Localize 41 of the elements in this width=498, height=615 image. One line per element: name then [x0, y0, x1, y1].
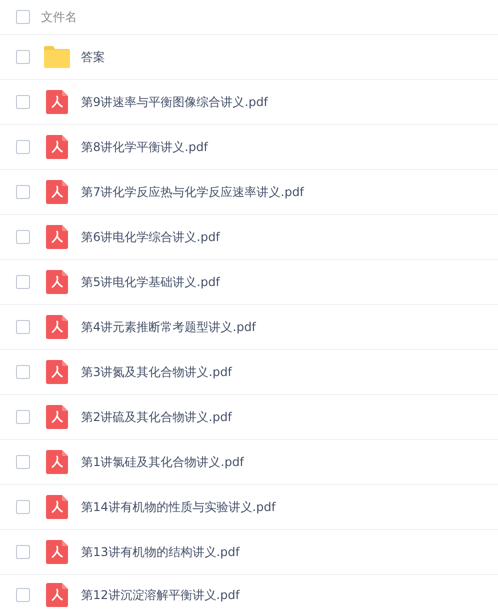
pdf-file-icon — [46, 540, 68, 564]
file-name[interactable]: 第8讲化学平衡讲义.pdf — [81, 138, 208, 156]
checkbox[interactable] — [16, 230, 30, 244]
checkbox[interactable] — [16, 500, 30, 514]
column-header[interactable]: 文件名 — [41, 8, 77, 26]
checkbox[interactable] — [16, 10, 30, 24]
file-name[interactable]: 第1讲氯硅及其化合物讲义.pdf — [81, 454, 244, 470]
checkbox[interactable] — [16, 50, 30, 64]
checkbox[interactable] — [16, 455, 30, 469]
pdf-file-icon — [46, 360, 68, 384]
checkbox[interactable] — [16, 185, 30, 199]
pdf-file-icon — [46, 90, 68, 114]
pdf-file-icon — [46, 135, 68, 159]
file-name[interactable]: 第14讲有机物的性质与实验讲义.pdf — [81, 498, 276, 516]
pdf-file-icon — [46, 225, 68, 249]
file-name[interactable]: 第2讲硫及其化合物讲义.pdf — [81, 408, 232, 426]
pdf-file-icon — [46, 180, 68, 204]
file-name[interactable]: 第12讲沉淀溶解平衡讲义.pdf — [81, 586, 240, 604]
pdf-file-icon — [46, 450, 68, 474]
file-name[interactable]: 第6讲电化学综合讲义.pdf — [81, 228, 220, 246]
pdf-file-icon — [46, 495, 68, 519]
checkbox[interactable] — [16, 365, 30, 379]
pdf-file-icon — [46, 405, 68, 429]
file-name[interactable]: 第4讲元素推断常考题型讲义.pdf — [81, 318, 256, 336]
file-name[interactable]: 第5讲电化学基础讲义.pdf — [81, 274, 220, 290]
checkbox[interactable] — [16, 545, 30, 559]
checkbox[interactable] — [16, 320, 30, 334]
checkbox[interactable] — [16, 588, 30, 602]
file-name[interactable]: 第7讲化学反应热与化学反应速率讲义.pdf — [81, 184, 304, 200]
file-name[interactable]: 第9讲速率与平衡图像综合讲义.pdf — [81, 94, 268, 110]
checkbox[interactable] — [16, 410, 30, 424]
checkbox[interactable] — [16, 95, 30, 109]
pdf-file-icon — [46, 315, 68, 339]
checkbox[interactable] — [16, 140, 30, 154]
file-name[interactable]: 第3讲氮及其化合物讲义.pdf — [81, 364, 232, 380]
pdf-file-icon — [46, 583, 68, 607]
checkbox[interactable] — [16, 275, 30, 289]
folder-name[interactable]: 答案 — [81, 48, 105, 66]
pdf-file-icon — [46, 270, 68, 294]
folder-icon — [44, 46, 70, 68]
file-name[interactable]: 第13讲有机物的结构讲义.pdf — [81, 544, 240, 560]
